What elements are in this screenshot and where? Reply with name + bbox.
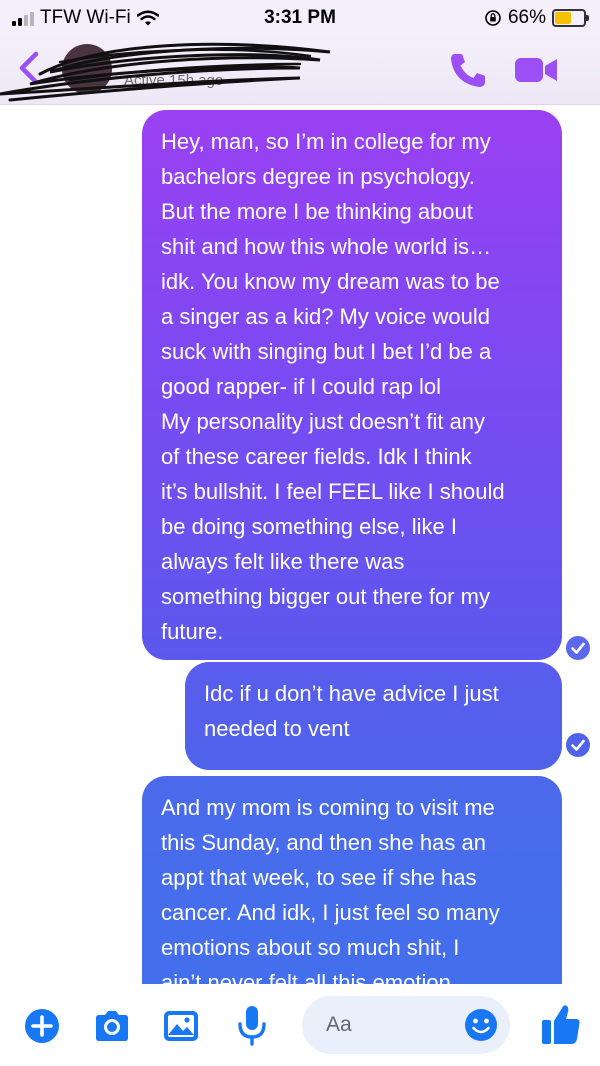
message-input-placeholder: Aa [326,1013,352,1036]
status-bar: TFW Wi-Fi 3:31 PM 66% [0,0,600,34]
battery-icon [552,9,589,27]
microphone-icon[interactable] [236,1004,268,1048]
composer-bar: Aa [0,984,600,1066]
battery-level [555,12,571,24]
message-input[interactable]: Aa [302,996,510,1054]
conversation-header: Active 15h ago [0,34,600,105]
message-bubble[interactable]: And my mom is coming to visit me this Su… [142,776,562,984]
photo-icon[interactable] [162,1008,200,1044]
thumbs-up-icon[interactable] [540,1002,582,1046]
active-status: Active 15h ago [124,72,224,89]
battery-percent: 66% [507,7,546,28]
message-bubble[interactable]: Idc if u don’t have advice I just needed… [185,662,562,770]
camera-icon[interactable] [92,1008,132,1044]
message-bubble[interactable]: Hey, man, so I’m in college for my bache… [142,110,562,660]
video-camera-icon[interactable] [512,52,560,88]
plus-icon[interactable] [24,1008,60,1044]
read-check-icon [566,733,590,757]
status-right: 66% [484,7,589,29]
emoji-icon[interactable] [464,1008,498,1042]
redaction-scribble [0,42,331,102]
phone-icon[interactable] [448,50,488,90]
chevron-left-icon[interactable] [10,48,54,88]
message-list[interactable]: Hey, man, so I’m in college for my bache… [0,104,600,984]
orientation-lock-icon [485,10,501,26]
contact-avatar[interactable] [62,44,112,94]
read-check-icon [566,636,590,660]
